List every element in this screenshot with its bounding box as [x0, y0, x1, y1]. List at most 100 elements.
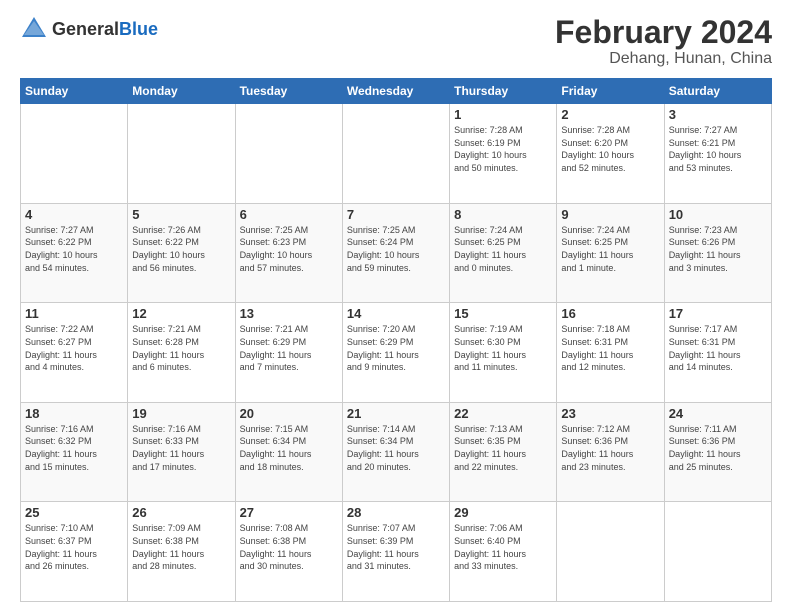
logo-text: GeneralBlue: [52, 19, 158, 40]
day-cell-3: [342, 104, 449, 204]
day-cell-30: 27 Sunrise: 7:08 AMSunset: 6:38 PMDayligh…: [235, 502, 342, 602]
day-cell-11: 8 Sunrise: 7:24 AMSunset: 6:25 PMDaylight…: [450, 203, 557, 303]
day-number: 18: [25, 406, 123, 421]
day-info: Sunrise: 7:25 AMSunset: 6:23 PMDaylight:…: [240, 224, 338, 274]
day-cell-17: 14Sunrise: 7:20 AMSunset: 6:29 PMDayligh…: [342, 303, 449, 403]
day-number: 3: [669, 107, 767, 122]
day-info: Sunrise: 7:24 AMSunset: 6:25 PMDaylight:…: [454, 224, 552, 274]
logo-blue: Blue: [119, 19, 158, 39]
logo-icon: [20, 15, 48, 43]
header-monday: Monday: [128, 79, 235, 104]
day-cell-22: 19Sunrise: 7:16 AMSunset: 6:33 PMDayligh…: [128, 402, 235, 502]
day-info: Sunrise: 7:27 AMSunset: 6:22 PMDaylight:…: [25, 224, 123, 274]
day-cell-14: 11 Sunrise: 7:22 AMSunset: 6:27 PMDayligh…: [21, 303, 128, 403]
day-cell-1: [128, 104, 235, 204]
header-friday: Friday: [557, 79, 664, 104]
header-wednesday: Wednesday: [342, 79, 449, 104]
day-number: 10: [669, 207, 767, 222]
location-title: Dehang, Hunan, China: [555, 50, 772, 68]
day-number: 11: [25, 306, 123, 321]
header: GeneralBlue February 2024 Dehang, Hunan,…: [20, 15, 772, 68]
day-cell-33: [557, 502, 664, 602]
day-cell-7: 4 Sunrise: 7:27 AMSunset: 6:22 PMDaylight…: [21, 203, 128, 303]
day-number: 16: [561, 306, 659, 321]
day-number: 9: [561, 207, 659, 222]
day-number: 26: [132, 505, 230, 520]
page: GeneralBlue February 2024 Dehang, Hunan,…: [0, 0, 792, 612]
day-headers: Sunday Monday Tuesday Wednesday Thursday…: [21, 79, 772, 104]
day-cell-28: 25Sunrise: 7:10 AMSunset: 6:37 PMDayligh…: [21, 502, 128, 602]
day-number: 22: [454, 406, 552, 421]
day-cell-25: 22 Sunrise: 7:13 AMSunset: 6:35 PMDayligh…: [450, 402, 557, 502]
day-number: 17: [669, 306, 767, 321]
day-info: Sunrise: 7:26 AMSunset: 6:22 PMDaylight:…: [132, 224, 230, 274]
day-cell-32: 29 Sunrise: 7:06 AMSunset: 6:40 PMDayligh…: [450, 502, 557, 602]
day-number: 2: [561, 107, 659, 122]
day-number: 1: [454, 107, 552, 122]
day-info: Sunrise: 7:28 AMSunset: 6:20 PMDaylight:…: [561, 124, 659, 174]
day-info: Sunrise: 7:20 AMSunset: 6:29 PMDaylight:…: [347, 323, 445, 373]
calendar-table: Sunday Monday Tuesday Wednesday Thursday…: [20, 78, 772, 602]
day-cell-24: 21 Sunrise: 7:14 AMSunset: 6:34 PMDayligh…: [342, 402, 449, 502]
header-thursday: Thursday: [450, 79, 557, 104]
day-number: 8: [454, 207, 552, 222]
day-cell-8: 5 Sunrise: 7:26 AMSunset: 6:22 PMDaylight…: [128, 203, 235, 303]
day-info: Sunrise: 7:06 AMSunset: 6:40 PMDaylight:…: [454, 522, 552, 572]
day-info: Sunrise: 7:21 AMSunset: 6:28 PMDaylight:…: [132, 323, 230, 373]
week-row-3: 11 Sunrise: 7:22 AMSunset: 6:27 PMDayligh…: [21, 303, 772, 403]
day-cell-34: [664, 502, 771, 602]
day-number: 23: [561, 406, 659, 421]
day-info: Sunrise: 7:16 AMSunset: 6:32 PMDaylight:…: [25, 423, 123, 473]
day-info: Sunrise: 7:17 AMSunset: 6:31 PMDaylight:…: [669, 323, 767, 373]
day-number: 21: [347, 406, 445, 421]
day-number: 12: [132, 306, 230, 321]
day-info: Sunrise: 7:18 AMSunset: 6:31 PMDaylight:…: [561, 323, 659, 373]
day-cell-4: 1 Sunrise: 7:28 AMSunset: 6:19 PMDaylight…: [450, 104, 557, 204]
day-cell-9: 6 Sunrise: 7:25 AMSunset: 6:23 PMDaylight…: [235, 203, 342, 303]
header-saturday: Saturday: [664, 79, 771, 104]
day-cell-5: 2 Sunrise: 7:28 AMSunset: 6:20 PMDaylight…: [557, 104, 664, 204]
day-cell-26: 23 Sunrise: 7:12 AMSunset: 6:36 PMDayligh…: [557, 402, 664, 502]
day-cell-10: 7Sunrise: 7:25 AMSunset: 6:24 PMDaylight…: [342, 203, 449, 303]
day-number: 4: [25, 207, 123, 222]
day-info: Sunrise: 7:28 AMSunset: 6:19 PMDaylight:…: [454, 124, 552, 174]
day-info: Sunrise: 7:08 AMSunset: 6:38 PMDaylight:…: [240, 522, 338, 572]
day-info: Sunrise: 7:21 AMSunset: 6:29 PMDaylight:…: [240, 323, 338, 373]
day-cell-31: 28Sunrise: 7:07 AMSunset: 6:39 PMDayligh…: [342, 502, 449, 602]
day-number: 29: [454, 505, 552, 520]
day-cell-20: 17 Sunrise: 7:17 AMSunset: 6:31 PMDayligh…: [664, 303, 771, 403]
day-number: 5: [132, 207, 230, 222]
day-info: Sunrise: 7:27 AMSunset: 6:21 PMDaylight:…: [669, 124, 767, 174]
day-info: Sunrise: 7:15 AMSunset: 6:34 PMDaylight:…: [240, 423, 338, 473]
day-info: Sunrise: 7:11 AMSunset: 6:36 PMDaylight:…: [669, 423, 767, 473]
day-number: 25: [25, 505, 123, 520]
day-info: Sunrise: 7:14 AMSunset: 6:34 PMDaylight:…: [347, 423, 445, 473]
day-info: Sunrise: 7:24 AMSunset: 6:25 PMDaylight:…: [561, 224, 659, 274]
day-cell-2: [235, 104, 342, 204]
day-number: 6: [240, 207, 338, 222]
day-info: Sunrise: 7:13 AMSunset: 6:35 PMDaylight:…: [454, 423, 552, 473]
day-number: 20: [240, 406, 338, 421]
header-sunday: Sunday: [21, 79, 128, 104]
day-cell-27: 24 Sunrise: 7:11 AMSunset: 6:36 PMDayligh…: [664, 402, 771, 502]
day-cell-18: 15Sunrise: 7:19 AMSunset: 6:30 PMDayligh…: [450, 303, 557, 403]
day-info: Sunrise: 7:22 AMSunset: 6:27 PMDaylight:…: [25, 323, 123, 373]
day-info: Sunrise: 7:23 AMSunset: 6:26 PMDaylight:…: [669, 224, 767, 274]
day-number: 13: [240, 306, 338, 321]
day-info: Sunrise: 7:12 AMSunset: 6:36 PMDaylight:…: [561, 423, 659, 473]
day-info: Sunrise: 7:19 AMSunset: 6:30 PMDaylight:…: [454, 323, 552, 373]
day-number: 7: [347, 207, 445, 222]
day-number: 24: [669, 406, 767, 421]
day-number: 27: [240, 505, 338, 520]
week-row-4: 18 Sunrise: 7:16 AMSunset: 6:32 PMDayligh…: [21, 402, 772, 502]
day-cell-23: 20 Sunrise: 7:15 AMSunset: 6:34 PMDayligh…: [235, 402, 342, 502]
day-cell-12: 9 Sunrise: 7:24 AMSunset: 6:25 PMDaylight…: [557, 203, 664, 303]
day-cell-13: 10 Sunrise: 7:23 AMSunset: 6:26 PMDayligh…: [664, 203, 771, 303]
day-cell-6: 3 Sunrise: 7:27 AMSunset: 6:21 PMDaylight…: [664, 104, 771, 204]
header-tuesday: Tuesday: [235, 79, 342, 104]
day-number: 19: [132, 406, 230, 421]
title-block: February 2024 Dehang, Hunan, China: [555, 15, 772, 68]
logo-general: General: [52, 19, 119, 39]
day-info: Sunrise: 7:07 AMSunset: 6:39 PMDaylight:…: [347, 522, 445, 572]
logo: GeneralBlue: [20, 15, 158, 43]
